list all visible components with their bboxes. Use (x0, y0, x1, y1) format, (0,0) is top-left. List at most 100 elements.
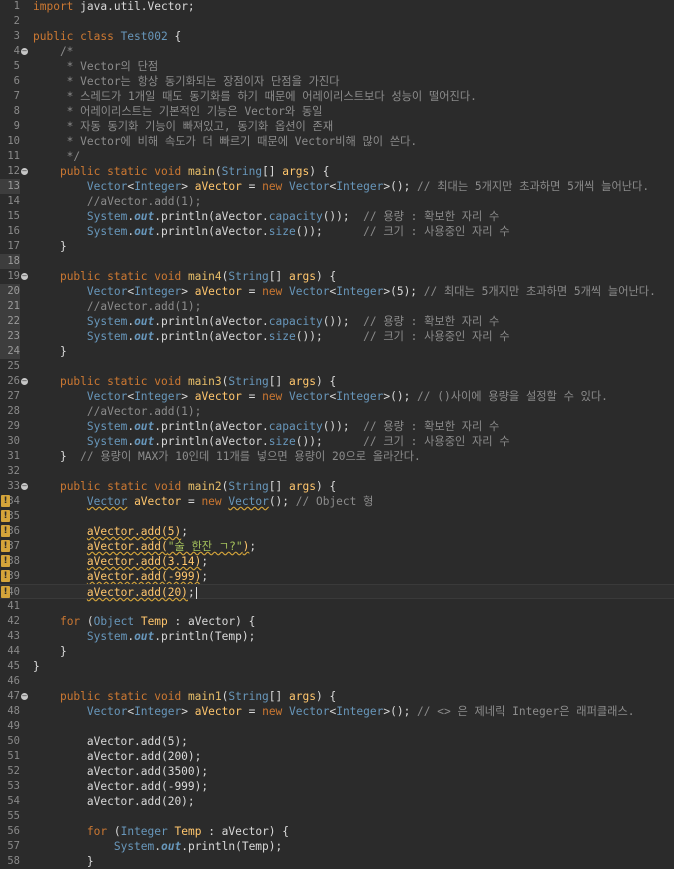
code-line[interactable]: 17 } (0, 239, 674, 254)
code-line[interactable]: 16 System.out.println(aVector.size()); /… (0, 224, 674, 239)
code-token: . (154, 840, 161, 853)
code-line[interactable]: 2 (0, 14, 674, 29)
code-token: aVector.add(5) (86, 525, 182, 538)
code-text: aVector.add("술 한잔 ㄱ?"); (33, 539, 256, 554)
code-line[interactable]: 38! aVector.add(3.14); (0, 554, 674, 569)
code-line[interactable]: 42 for (Object Temp : aVector) { (0, 614, 674, 629)
warning-marker-icon[interactable]: ! (1, 495, 10, 507)
line-number: 13 (0, 179, 20, 194)
warning-marker-icon[interactable]: ! (1, 540, 10, 552)
code-token: aVector.add(200); (33, 750, 202, 763)
code-line[interactable]: 27 Vector<Integer> aVector = new Vector<… (0, 389, 674, 404)
fold-toggle-icon[interactable]: − (21, 693, 28, 700)
code-line[interactable]: 10 * Vector에 비해 속도가 더 빠르기 때문에 Vector비해 많… (0, 134, 674, 149)
code-line[interactable]: 36! aVector.add(5); (0, 524, 674, 539)
code-line[interactable]: 19− public static void main4(String[] ar… (0, 269, 674, 284)
code-line[interactable]: 47− public static void main1(String[] ar… (0, 689, 674, 704)
code-line[interactable]: 40! aVector.add(20); (0, 584, 674, 599)
code-token: .println(aVector. (154, 315, 269, 328)
code-line[interactable]: 52 aVector.add(3500); (0, 764, 674, 779)
code-line[interactable]: 8 * 어레이리스트는 기본적인 기능은 Vector와 동일 (0, 104, 674, 119)
code-token: main1 (187, 690, 222, 703)
fold-toggle-icon[interactable]: − (21, 168, 28, 175)
code-line[interactable]: 1 import java.util.Vector; (0, 0, 674, 14)
code-line[interactable]: 28 //aVector.add(1); (0, 404, 674, 419)
line-number: 30 (7, 435, 20, 447)
code-line[interactable]: 56 for (Integer Temp : aVector) { (0, 824, 674, 839)
code-line[interactable]: 41 (0, 599, 674, 614)
fold-toggle-icon[interactable]: − (21, 483, 28, 490)
code-line[interactable]: 18 (0, 254, 674, 269)
fold-toggle-icon[interactable]: − (21, 378, 28, 385)
code-line[interactable]: 15 System.out.println(aVector.capacity()… (0, 209, 674, 224)
code-line[interactable]: 44 } (0, 644, 674, 659)
code-token: = (241, 285, 263, 298)
code-line[interactable]: 3 public class Test002 { (0, 29, 674, 44)
code-line[interactable]: 12− public static void main(String[] arg… (0, 164, 674, 179)
warning-marker-icon[interactable]: ! (1, 525, 10, 537)
code-line[interactable]: 4− /* (0, 44, 674, 59)
code-line[interactable]: 22 System.out.println(aVector.capacity()… (0, 314, 674, 329)
code-line[interactable]: 33− public static void main2(String[] ar… (0, 479, 674, 494)
code-line[interactable]: 58 } (0, 854, 674, 869)
code-line[interactable]: 14 //aVector.add(1); (0, 194, 674, 209)
code-editor[interactable]: 1 import java.util.Vector; 2 3 public class … (0, 0, 674, 868)
code-line[interactable]: 25 (0, 359, 674, 374)
code-line[interactable]: 39! aVector.add(-999); (0, 569, 674, 584)
code-line[interactable]: 5 * Vector의 단점 (0, 59, 674, 74)
code-text: * 스레드가 1개일 때도 동기화를 하기 때문에 어레이리스트보다 성능이 떨… (33, 89, 477, 104)
code-token: java.util.Vector; (73, 0, 195, 13)
code-line[interactable]: 32 (0, 464, 674, 479)
code-line[interactable]: 50 aVector.add(5); (0, 734, 674, 749)
fold-toggle-icon[interactable]: − (21, 273, 28, 280)
line-number: 22 (0, 314, 20, 329)
warning-marker-icon[interactable]: ! (1, 570, 10, 582)
fold-toggle-icon[interactable]: − (21, 48, 28, 55)
code-line[interactable]: 51 aVector.add(200); (0, 749, 674, 764)
code-line[interactable]: 9 * 자동 동기화 기능이 빠져있고, 동기화 옵션이 존재 (0, 119, 674, 134)
code-line[interactable]: 11 */ (0, 149, 674, 164)
code-line[interactable]: 20 Vector<Integer> aVector = new Vector<… (0, 284, 674, 299)
code-line[interactable]: 37! aVector.add("술 한잔 ㄱ?"); (0, 539, 674, 554)
code-token: main3 (187, 375, 222, 388)
code-line[interactable]: 35! (0, 509, 674, 524)
line-number: 2 (13, 15, 20, 27)
code-token: * Vector의 단점 (33, 60, 159, 73)
code-line[interactable]: 7 * 스레드가 1개일 때도 동기화를 하기 때문에 어레이리스트보다 성능이… (0, 89, 674, 104)
code-line[interactable]: 46 (0, 674, 674, 689)
code-line[interactable]: 13 Vector<Integer> aVector = new Vector<… (0, 179, 674, 194)
code-line[interactable]: 30 System.out.println(aVector.size()); /… (0, 434, 674, 449)
code-text: */ (33, 149, 80, 164)
code-line[interactable]: 55 (0, 809, 674, 824)
code-line[interactable]: 49 (0, 719, 674, 734)
code-line[interactable]: 23 System.out.println(aVector.size()); /… (0, 329, 674, 344)
code-line[interactable]: 34! Vector aVector = new Vector(); // Ob… (0, 494, 674, 509)
code-line[interactable]: 43 System.out.println(Temp); (0, 629, 674, 644)
code-line[interactable]: 54 aVector.add(20); (0, 794, 674, 809)
code-line[interactable]: 31 } // 용량이 MAX가 10인데 11개를 넣으면 용량이 20으로 … (0, 449, 674, 464)
code-line[interactable]: 45} (0, 659, 674, 674)
code-token: } (33, 660, 40, 673)
warning-marker-icon[interactable]: ! (1, 510, 10, 522)
code-line[interactable]: 26− public static void main3(String[] ar… (0, 374, 674, 389)
code-line[interactable]: 24 } (0, 344, 674, 359)
warning-marker-icon[interactable]: ! (1, 555, 10, 567)
code-token: } (33, 855, 94, 868)
code-line[interactable]: 53 aVector.add(-999); (0, 779, 674, 794)
code-token: >(); (383, 390, 418, 403)
code-line[interactable]: 6 * Vector는 항상 동기화되는 장점이자 단점을 가진다 (0, 74, 674, 89)
warning-marker-icon[interactable]: ! (1, 586, 10, 598)
code-token: // 용량 : 확보한 자리 수 (363, 210, 500, 223)
code-line[interactable]: 57 System.out.println(Temp); (0, 839, 674, 854)
code-line[interactable]: 21 //aVector.add(1); (0, 299, 674, 314)
line-number: 4 (13, 45, 20, 57)
code-token: size (268, 225, 296, 238)
code-token: > (181, 285, 195, 298)
code-line[interactable]: 29 System.out.println(aVector.capacity()… (0, 419, 674, 434)
line-number: 20 (0, 284, 20, 299)
code-line[interactable]: 48 Vector<Integer> aVector = new Vector<… (0, 704, 674, 719)
